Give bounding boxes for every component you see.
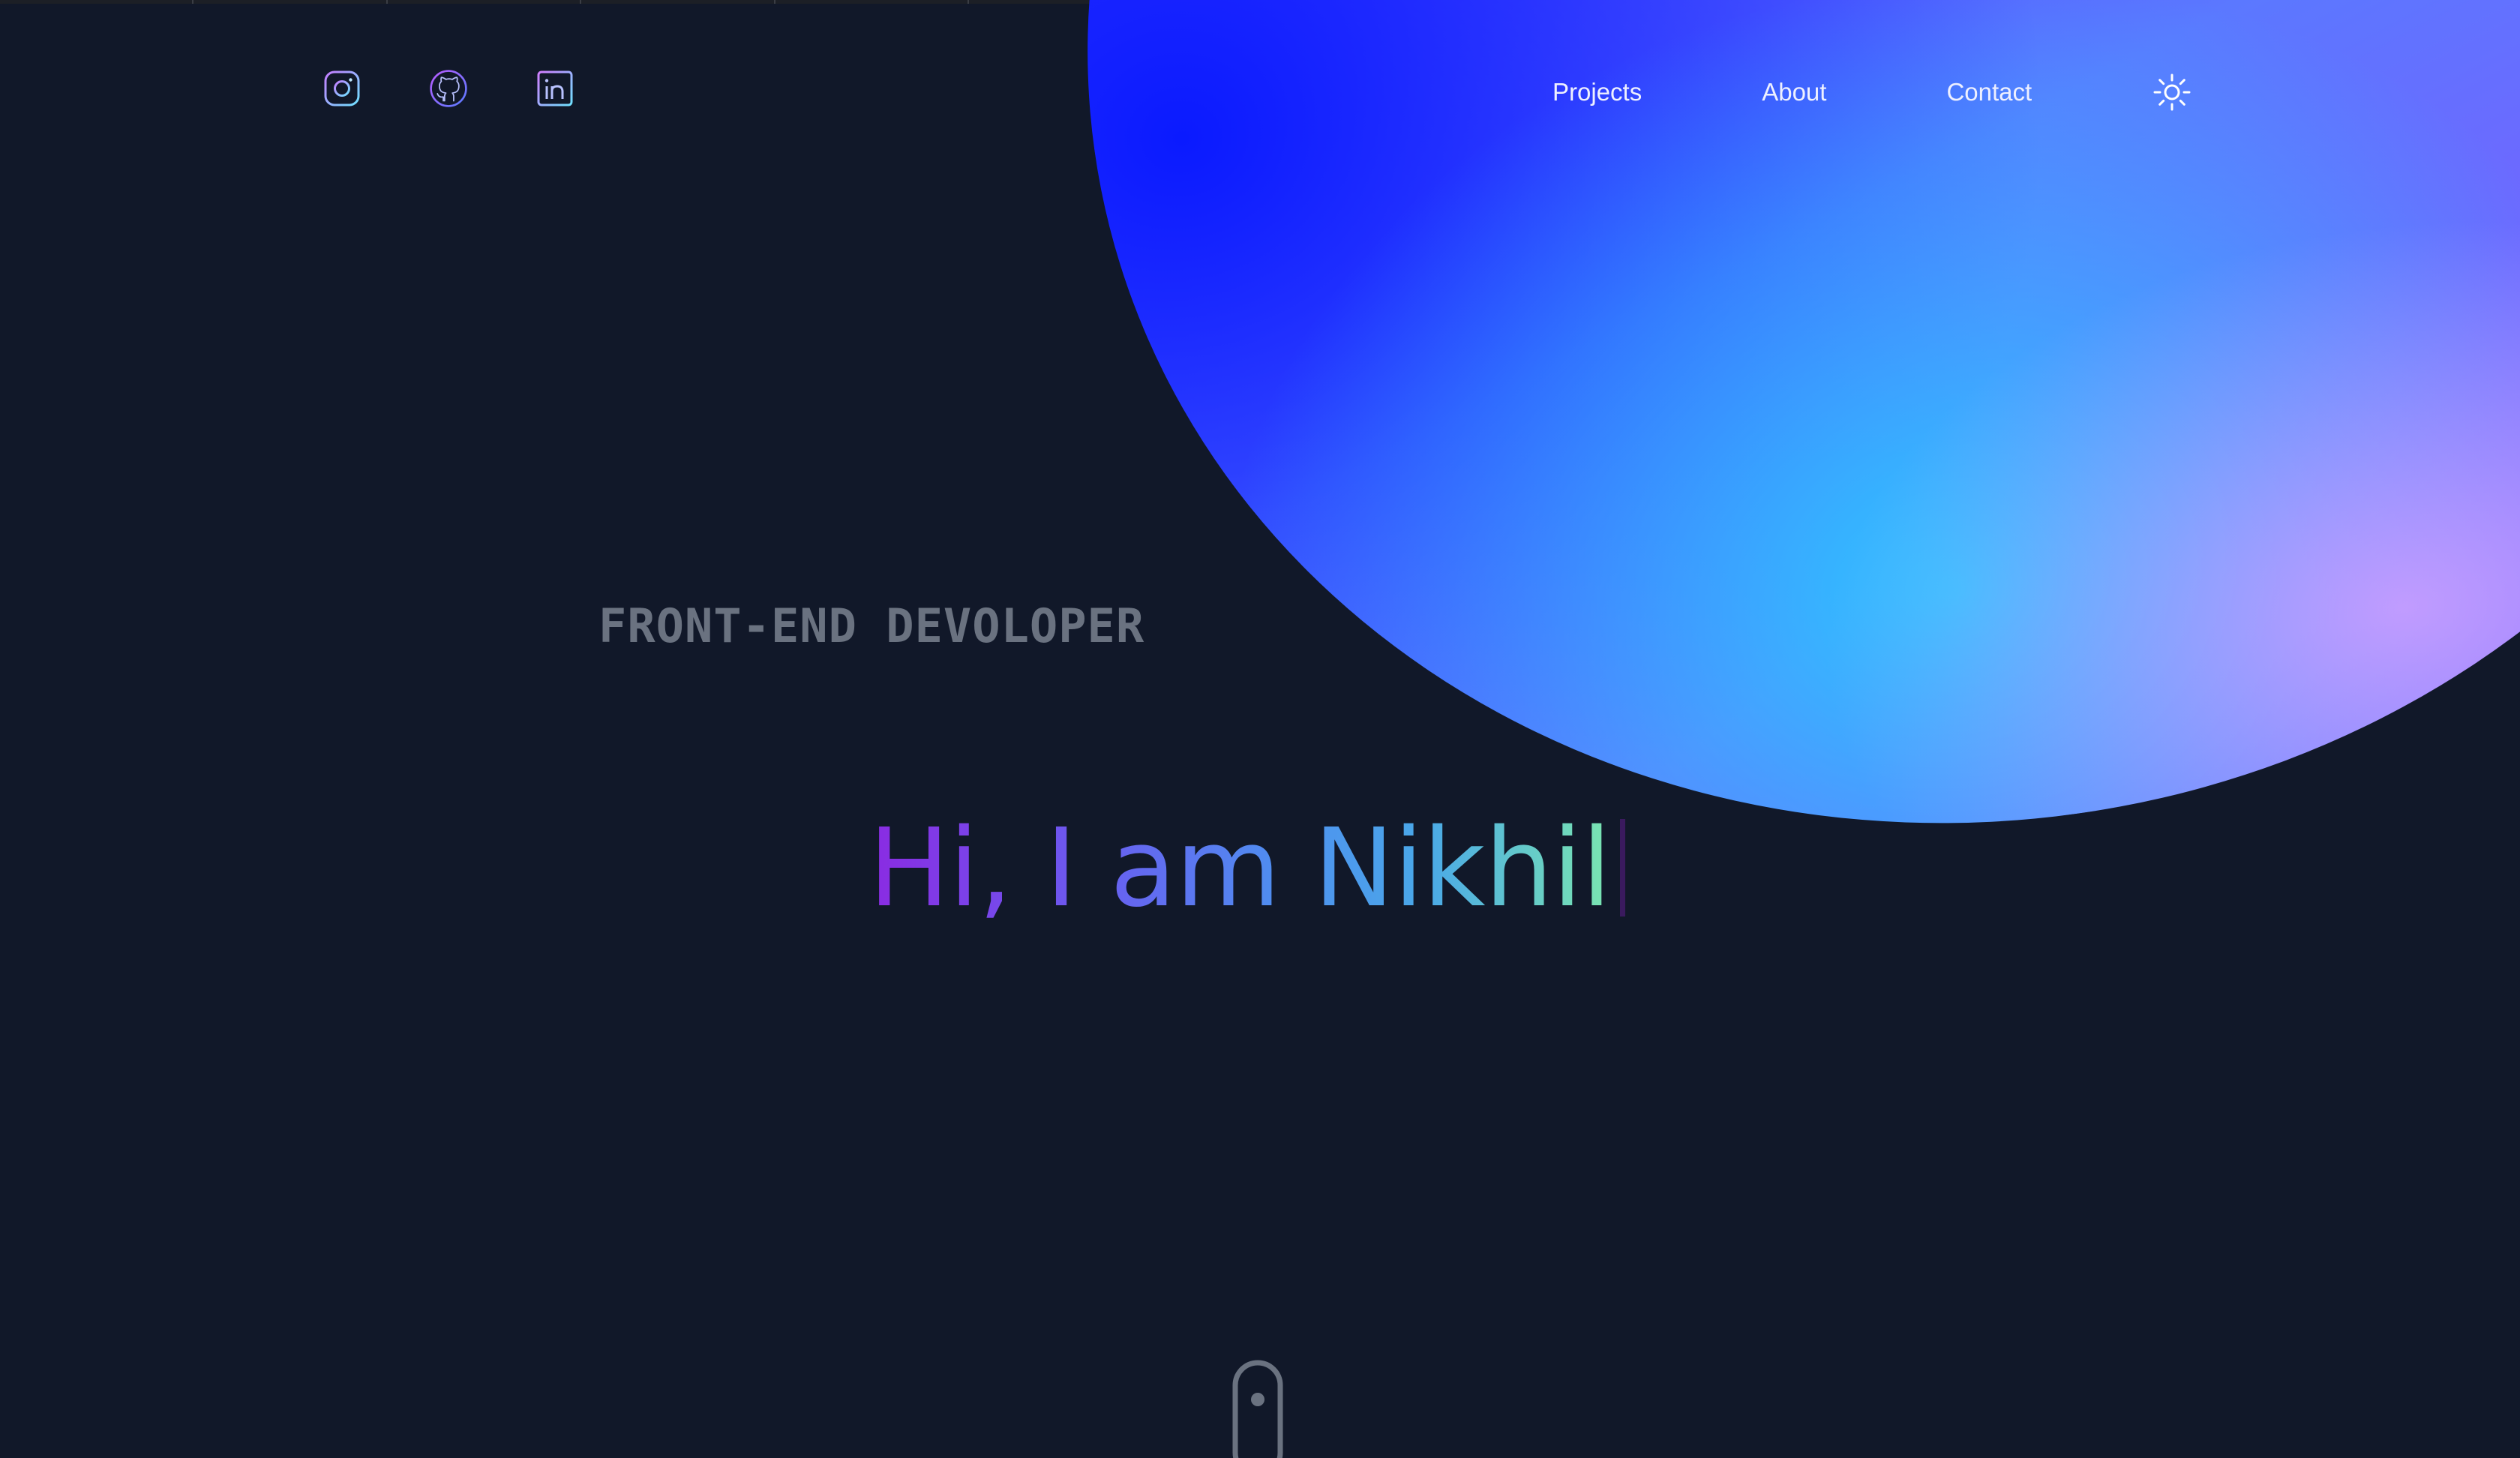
instagram-link[interactable] — [322, 69, 362, 108]
page: Projects About Contact FRONT-END DEVOLOP… — [0, 0, 2520, 1458]
greeting-text: Hi, I am Nikhil — [868, 805, 1612, 931]
instagram-icon — [324, 70, 360, 106]
mouse-scroll-icon — [1232, 1360, 1283, 1458]
github-link[interactable] — [429, 69, 468, 108]
main-nav: Projects About Contact — [1552, 72, 2192, 112]
gradient-blob — [984, 0, 2520, 937]
role-title: FRONT-END DEVOLOPER — [598, 598, 1145, 653]
nav-contact[interactable]: Contact — [1946, 78, 2032, 106]
sun-icon — [2153, 74, 2191, 111]
hero-greeting: Hi, I am Nikhil — [868, 814, 1625, 922]
theme-toggle-button[interactable] — [2152, 72, 2192, 112]
typing-caret — [1619, 819, 1625, 916]
linkedin-link[interactable] — [536, 69, 574, 108]
linkedin-icon — [537, 70, 573, 106]
social-links — [322, 69, 574, 108]
nav-about[interactable]: About — [1762, 78, 1826, 106]
github-icon — [430, 70, 467, 107]
nav-projects[interactable]: Projects — [1552, 78, 1642, 106]
scroll-down-button[interactable] — [1232, 1359, 1284, 1458]
